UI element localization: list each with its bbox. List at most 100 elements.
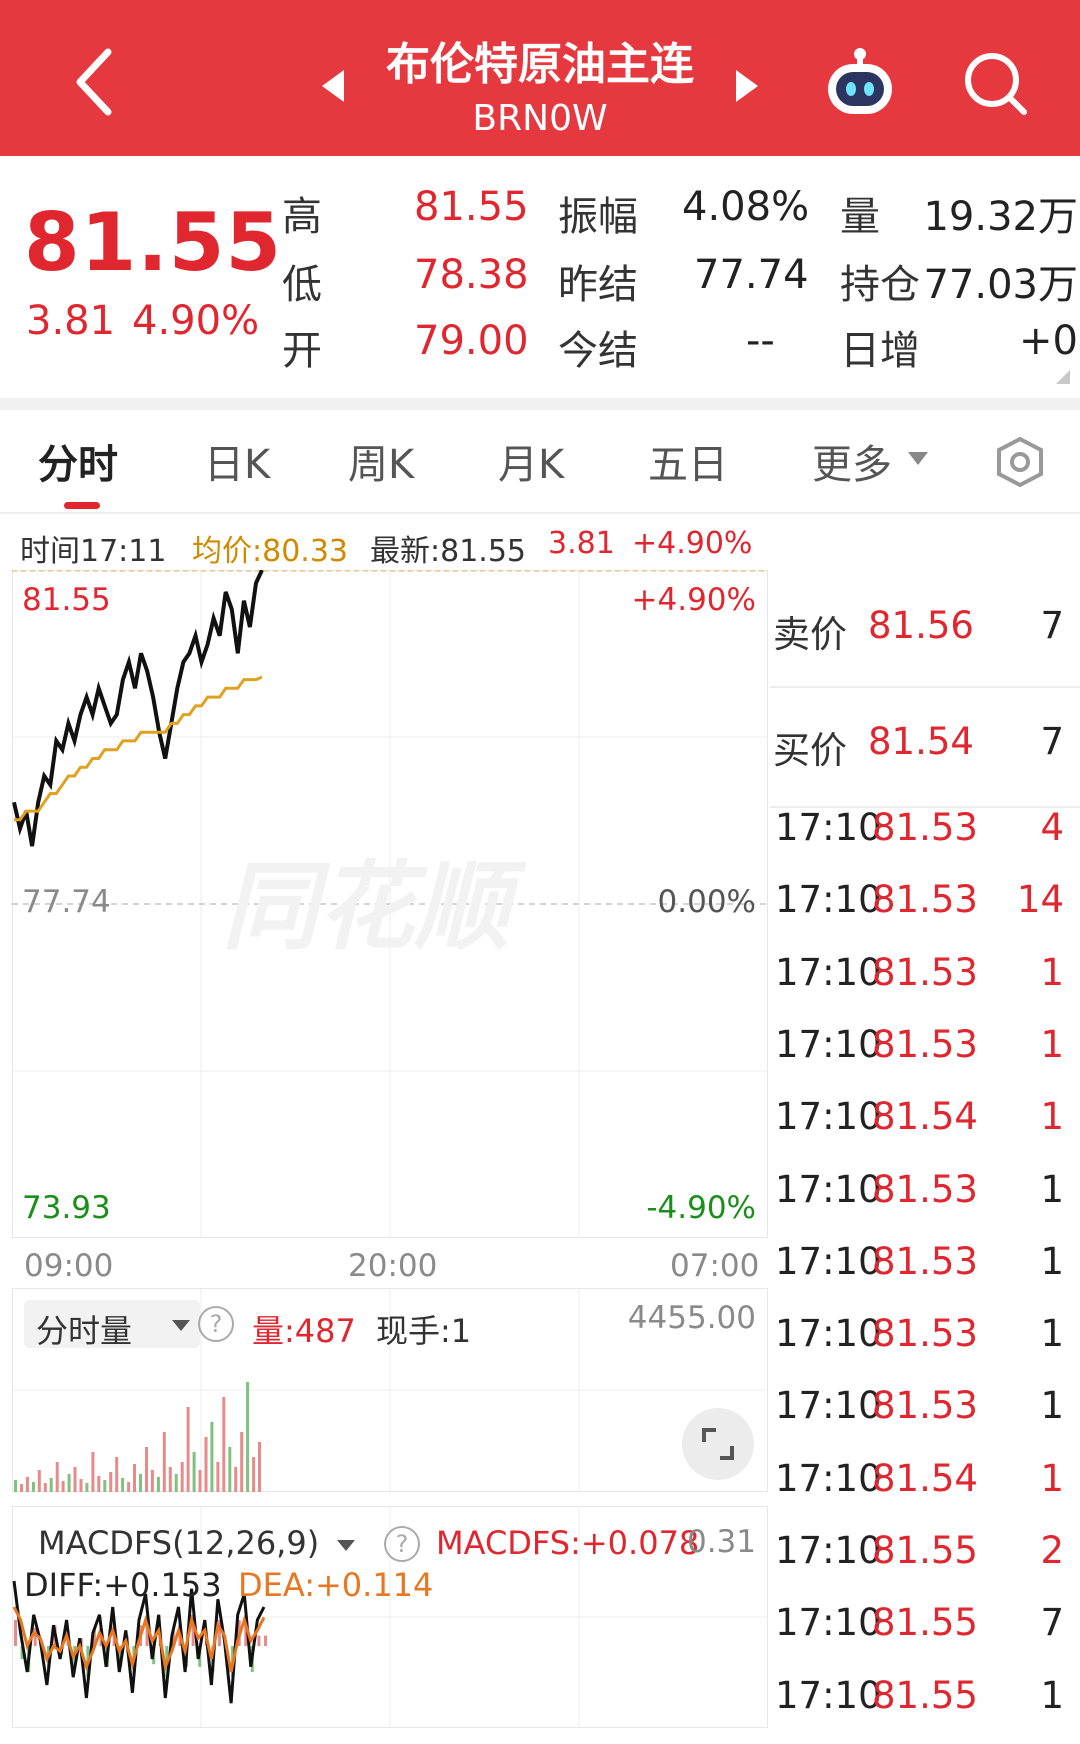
- macd-axis-max: 0.31: [686, 1524, 756, 1560]
- stat-value-open-interest: 77.03万: [923, 262, 1078, 308]
- stat-value-volume: 19.32万: [923, 194, 1078, 240]
- stat-label-open-interest: 持仓: [840, 262, 920, 308]
- trade-volume: 1: [1040, 1167, 1064, 1211]
- axis-pct-mid: 0.00%: [657, 884, 756, 920]
- stat-label-settle: 今结: [558, 328, 638, 374]
- tab-more[interactable]: 更多: [812, 432, 892, 490]
- help-icon[interactable]: ?: [198, 1306, 234, 1342]
- volume-bar: [73, 1467, 77, 1492]
- trade-volume: 14: [1016, 878, 1064, 922]
- chart-settings-button[interactable]: [994, 436, 1046, 492]
- axis-price-mid: 77.74: [22, 884, 111, 920]
- volume-bar: [133, 1464, 136, 1492]
- stat-value-prev-settle: 77.74: [694, 252, 809, 298]
- stat-value-daily-change: +0: [1019, 318, 1078, 364]
- expand-corner-icon[interactable]: [1056, 370, 1070, 384]
- trade-time: 17:10: [775, 806, 882, 849]
- price-change-pct: 4.90%: [132, 298, 260, 344]
- macd-bar: [257, 1635, 261, 1646]
- bid-volume: 7: [1040, 720, 1064, 763]
- x-tick-start: 09:00: [24, 1248, 114, 1284]
- stat-value-settle: --: [746, 318, 775, 364]
- volume-bar: [210, 1422, 214, 1492]
- trade-price: 81.55: [872, 1601, 978, 1645]
- trade-price: 81.53: [872, 806, 978, 849]
- trade-volume: 1: [1040, 1312, 1064, 1356]
- intraday-chart[interactable]: 同花顺 81.55 +4.90% 77.74 0.00% 73.93 -4.90…: [12, 570, 768, 1238]
- trade-volume: 7: [1040, 1601, 1064, 1645]
- last-price: 81.55: [24, 196, 283, 289]
- stat-value-open: 79.00: [414, 318, 529, 364]
- macd-readout: MACDFS:+0.078: [436, 1524, 700, 1562]
- volume-bar: [115, 1457, 119, 1492]
- search-button[interactable]: [962, 50, 1032, 124]
- macd-panel: MACDFS(12,26,9) ? MACDFS:+0.078 0.31 DIF…: [12, 1506, 768, 1728]
- x-tick-mid: 20:00: [348, 1248, 438, 1284]
- tab-daily-k[interactable]: 日K: [204, 432, 270, 490]
- trade-volume: 2: [1040, 1529, 1064, 1572]
- volume-bar: [127, 1482, 131, 1492]
- trade-volume: 1: [1040, 1239, 1064, 1283]
- volume-bar: [91, 1452, 95, 1492]
- volume-bar: [109, 1472, 113, 1492]
- trade-time: 17:10: [775, 878, 882, 922]
- trade-time: 17:10: [775, 1167, 882, 1211]
- ask-volume: 7: [1040, 604, 1064, 647]
- page-title: 布伦特原油主连: [386, 39, 694, 90]
- avg-price-readout: 均价:80.33: [192, 534, 348, 569]
- volume-bar: [162, 1432, 166, 1492]
- trade-price: 81.53: [872, 1312, 978, 1356]
- volume-bar: [85, 1483, 89, 1492]
- crosshair-time: 时间17:11: [20, 534, 167, 569]
- trade-volume: 1: [1040, 1384, 1064, 1428]
- stat-label-low: 低: [282, 262, 322, 308]
- settings-hexagon-icon: [997, 436, 1043, 488]
- trade-price: 81.53: [872, 1167, 978, 1211]
- volume-bar: [43, 1483, 47, 1492]
- order-book-divider: [770, 686, 1080, 688]
- latest-change-pct-readout: +4.90%: [632, 526, 753, 561]
- tab-monthly-k[interactable]: 月K: [498, 432, 564, 490]
- latest-change-readout: 3.81: [548, 526, 615, 561]
- trade-time: 17:10: [775, 1601, 882, 1645]
- axis-price-top: 81.55: [22, 582, 111, 618]
- volume-bar: [192, 1452, 196, 1492]
- current-hand-readout: 现手:1: [376, 1312, 472, 1350]
- macd-bar: [14, 1620, 17, 1646]
- volume-bar: [258, 1442, 261, 1492]
- robot-assistant-button[interactable]: [822, 46, 898, 126]
- volume-bar: [103, 1480, 107, 1492]
- volume-bar: [49, 1478, 53, 1492]
- trade-time: 17:10: [775, 1529, 882, 1572]
- volume-bar: [168, 1467, 172, 1492]
- fullscreen-button[interactable]: [682, 1408, 754, 1480]
- macd-selector[interactable]: MACDFS(12,26,9): [38, 1524, 356, 1562]
- volume-bar: [150, 1470, 154, 1492]
- ask-label: 卖价: [773, 613, 847, 656]
- section-divider: [0, 398, 1080, 410]
- chevron-down-icon: [908, 452, 928, 465]
- volume-readout: 量:487: [252, 1312, 356, 1350]
- stat-value-low: 78.38: [414, 252, 529, 298]
- trade-price: 81.54: [872, 1456, 978, 1500]
- x-tick-end: 07:00: [670, 1248, 760, 1284]
- trade-volume: 4: [1040, 806, 1064, 849]
- trade-time: 17:10: [775, 1022, 882, 1066]
- volume-selector[interactable]: 分时量: [24, 1300, 200, 1350]
- tab-weekly-k[interactable]: 周K: [348, 432, 414, 490]
- volume-axis-max: 4455.00: [627, 1300, 756, 1336]
- next-contract-button[interactable]: [732, 66, 762, 110]
- trade-time: 17:10: [775, 1239, 882, 1283]
- volume-bar: [228, 1447, 232, 1492]
- trade-price: 81.54: [872, 1095, 978, 1139]
- tab-intraday[interactable]: 分时: [38, 432, 118, 490]
- trade-volume: 1: [1040, 1095, 1064, 1139]
- ask-price: 81.56: [868, 604, 974, 647]
- volume-bar: [25, 1477, 29, 1492]
- volume-bar: [145, 1447, 148, 1492]
- help-icon[interactable]: ?: [384, 1526, 420, 1562]
- volume-bar: [156, 1477, 160, 1492]
- trade-volume: 1: [1040, 1022, 1064, 1066]
- robot-icon: [828, 48, 892, 114]
- tab-five-day[interactable]: 五日: [648, 432, 728, 490]
